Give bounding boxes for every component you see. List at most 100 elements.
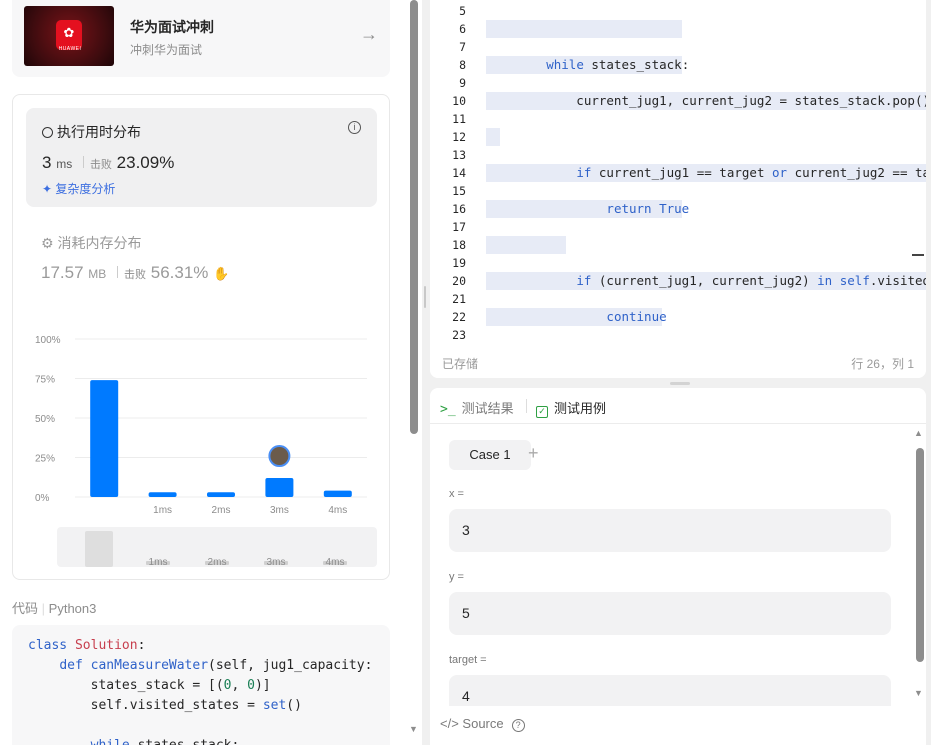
bar-1ms[interactable] [148,492,177,497]
slider-selection-handle[interactable] [85,531,113,567]
saved-status: 已存储 [442,357,479,371]
test-panel-footer: </> Source? [430,706,926,745]
huawei-logo-text: HUAWEI [58,46,82,52]
help-icon[interactable]: ? [511,719,525,732]
test-panel-scrollbar-thumb[interactable] [916,448,924,662]
x-tick-label: 1ms [153,505,172,515]
slider-tick-label: 1ms [149,557,168,567]
runtime-section[interactable]: 执行用时分布 i 3 ms 击败 23.09% ✦ 复杂度分析 [26,108,377,207]
line-number: 5 [459,4,466,18]
terminal-icon: >_ [440,402,456,417]
runtime-heading: 执行用时分布 [57,124,141,140]
x-tick-label: 3ms [270,505,289,515]
runtime-unit: ms [56,157,73,171]
submission-stats-card: 执行用时分布 i 3 ms 击败 23.09% ✦ 复杂度分析 ⚙ 消耗内存分布… [12,94,390,580]
y-tick-label: 0% [35,493,50,504]
line-number: 12 [452,130,466,144]
left-scrollbar-thumb[interactable] [410,0,418,434]
line-number: 21 [452,292,466,306]
line-number: 15 [452,184,466,198]
tab-test-cases-label: 测试用例 [554,401,607,416]
code-lines[interactable]: while states_stack: current_jug1, curren… [486,2,926,378]
field-target-label: target = [449,654,487,666]
line-number: 19 [452,256,466,270]
line-number: 13 [452,148,466,162]
info-icon[interactable]: i [348,121,361,134]
chip-icon: ⚙ [41,235,54,251]
chart-range-slider[interactable]: 1ms 2ms 3ms 4ms [57,527,377,568]
line-number-gutter: 5 6 7 8 9 10 11 12 13 14 15 16 17 18 19 20 21 22 23 [430,2,474,344]
slider-track[interactable]: 1ms 2ms 3ms 4ms [57,527,377,568]
memory-section[interactable]: ⚙ 消耗内存分布 [41,233,141,253]
y-tick-label: 25% [35,454,55,465]
huawei-banner-image: ✿ HUAWEI [24,6,114,66]
field-y-label: y = [449,571,464,583]
code-brackets-icon: </> [440,716,459,731]
scroll-down-arrow-icon[interactable]: ▼ [409,724,418,734]
add-case-icon[interactable]: + [528,443,539,464]
tab-test-cases[interactable]: ✓ 测试用例 [536,398,606,418]
line-number: 22 [452,310,466,324]
tab-test-results[interactable]: >_ 测试结果 [440,398,514,417]
case-1-button[interactable]: Case 1 [449,440,531,470]
complexity-analysis-link[interactable]: 复杂度分析 [55,182,115,196]
x-tick-label: 2ms [212,505,231,515]
memory-beats-value: 56.31% [150,263,209,282]
slider-tick-label: 2ms [208,557,227,567]
line-number: 7 [459,40,466,54]
line-number: 6 [459,22,466,36]
vertical-splitter-handle[interactable] [670,382,690,385]
x-tick-label: 4ms [328,505,347,515]
splitter-handle[interactable] [424,286,426,308]
line-number: 20 [452,274,466,288]
arrow-right-icon[interactable]: → [360,24,378,45]
slider-tick-label: 3ms [267,557,286,567]
editor-minimap-marker [912,254,924,256]
field-x-input[interactable]: 3 [449,509,891,552]
source-button[interactable]: Source [462,716,503,731]
test-panel: >_ 测试结果 ✓ 测试用例 Case 1 + x = 3 y = 5 target… [430,388,926,745]
promo-title: 华为面试冲刺 [130,19,214,35]
runtime-beats-label: 击败 [89,159,112,171]
left-panel: ✿ HUAWEI 华为面试冲刺 冲刺华为面试 → 执行用时分布 i 3 ms 击… [0,0,408,745]
clap-icon: ✋ [213,266,230,281]
runtime-beats-value: 23.09% [116,153,175,172]
runtime-value: 3 [42,153,52,172]
runtime-distribution-chart[interactable]: 0% 25% 50% 75% 100% 1ms 2ms 3ms 4ms [27,325,377,515]
memory-unit: MB [88,267,107,281]
line-number: 8 [459,58,466,72]
scroll-down-arrow-icon[interactable]: ▼ [914,688,923,698]
memory-value: 17.57 [41,263,84,282]
sparkle-icon: ✦ [42,182,53,196]
y-tick-label: 75% [35,375,55,386]
field-y-input[interactable]: 5 [449,592,891,635]
slider-tick-label: 4ms [326,557,345,567]
line-number: 16 [452,202,466,216]
cursor-position: 行 26，列 1 [851,357,914,371]
test-tabbar: >_ 测试结果 ✓ 测试用例 [430,388,926,424]
code-label: 代码 [12,601,39,616]
panel-splitter[interactable] [422,0,428,745]
line-number: 17 [452,220,466,234]
field-x-label: x = [449,488,464,500]
memory-heading: 消耗内存分布 [57,235,142,251]
code-editor[interactable]: 5 6 7 8 9 10 11 12 13 14 15 16 17 18 19 20 21 22 23 while … [430,0,926,378]
user-avatar-marker [268,445,291,468]
tab-test-results-label: 测试结果 [461,401,514,416]
bar-4ms[interactable] [323,490,352,497]
line-number: 10 [452,94,466,108]
bar-2ms[interactable] [207,492,235,497]
line-number: 18 [452,238,466,252]
promo-subtitle: 冲刺华为面试 [130,43,203,57]
code-language: Python3 [48,601,97,616]
line-number: 14 [452,166,466,180]
y-tick-label: 50% [35,414,55,425]
promo-card[interactable]: ✿ HUAWEI 华为面试冲刺 冲刺华为面试 → [12,0,390,77]
bar-fastest[interactable] [90,380,119,497]
memory-beats-label: 击败 [124,269,147,281]
scroll-up-arrow-icon[interactable]: ▲ [914,428,923,438]
submitted-code-preview: class Solution: def canMeasureWater(self… [12,625,390,745]
checkbox-icon: ✓ [536,406,548,418]
line-number: 11 [452,112,466,126]
bar-3ms[interactable] [265,478,294,497]
